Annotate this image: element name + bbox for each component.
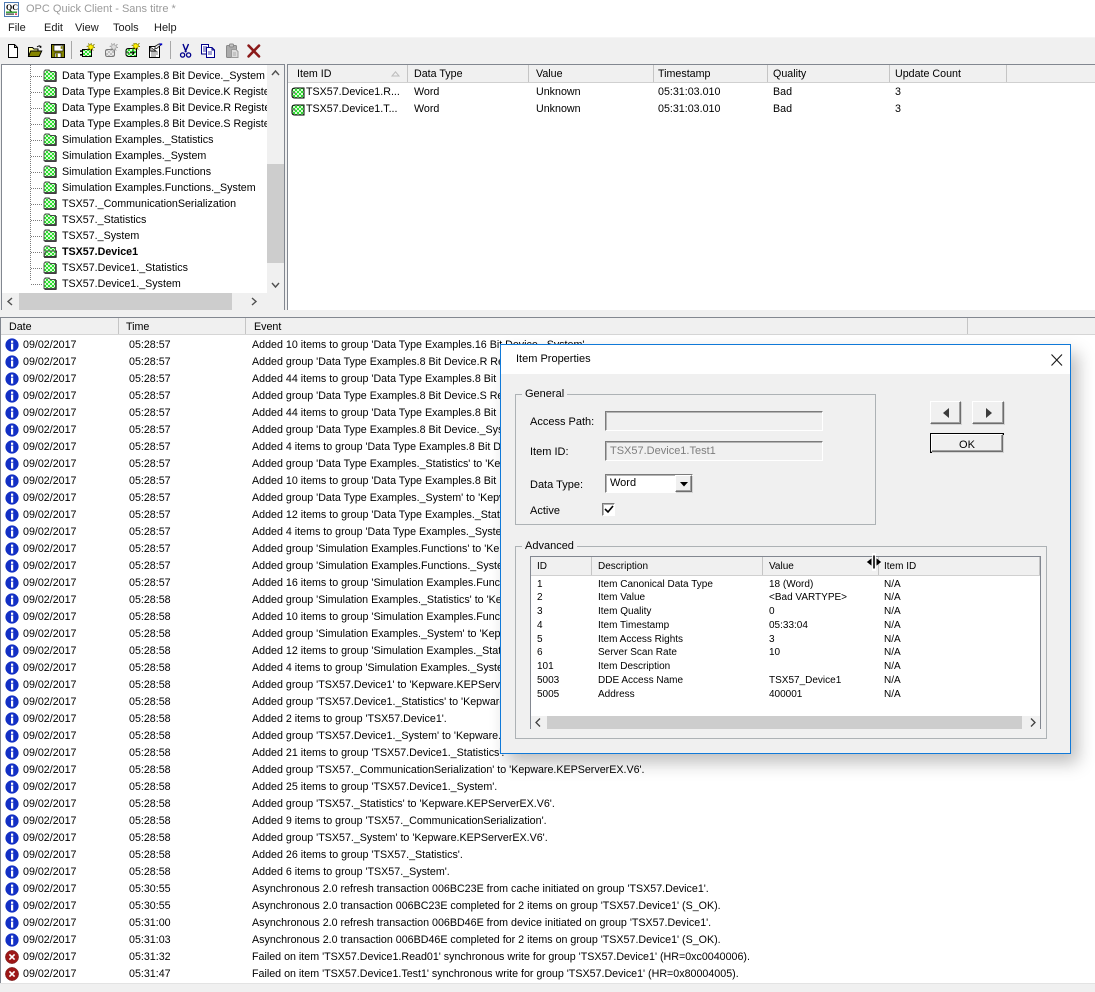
svg-text:QC: QC bbox=[6, 3, 18, 12]
